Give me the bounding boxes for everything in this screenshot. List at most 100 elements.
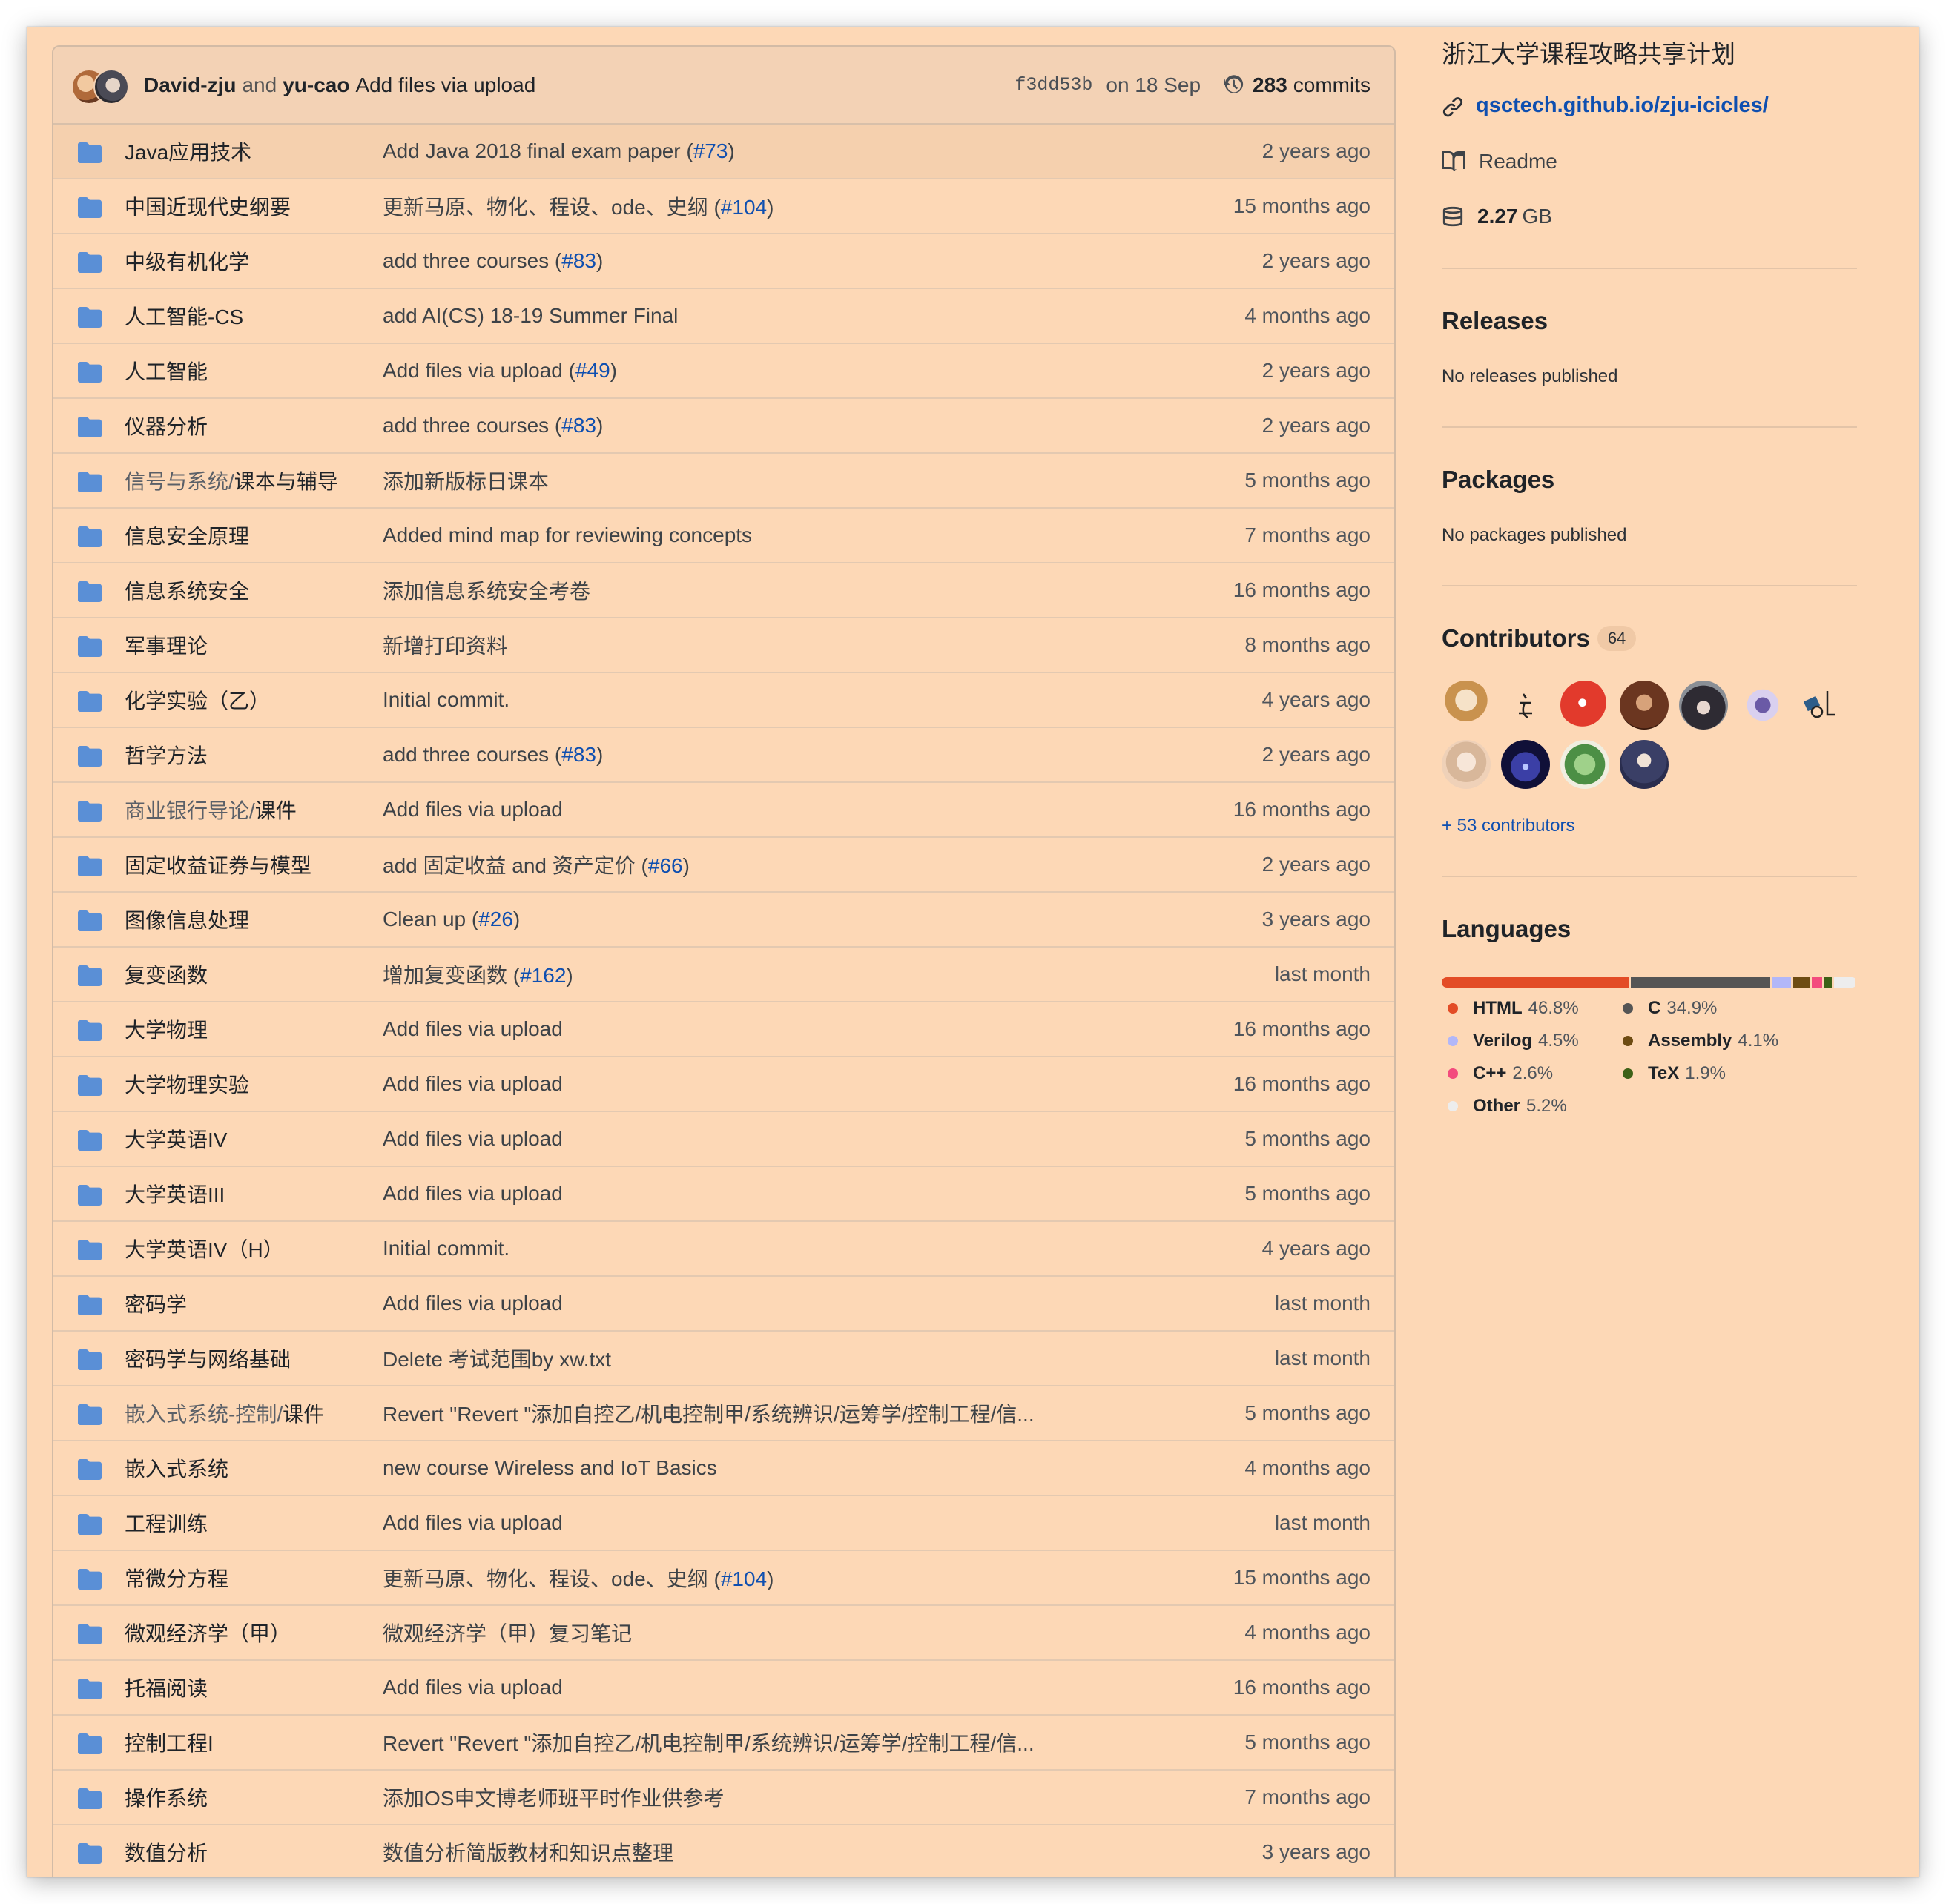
- file-row[interactable]: 大学物理实验 Add files via upload 16 months ago: [53, 1057, 1394, 1112]
- file-row[interactable]: 化学实验（乙） Initial commit. 4 years ago: [53, 673, 1394, 728]
- homepage-link[interactable]: qsctech.github.io/zju-icicles/: [1476, 93, 1769, 118]
- file-row[interactable]: 信号与系统/课本与辅导 添加新版标日课本 5 months ago: [53, 454, 1394, 509]
- contributors-heading[interactable]: Contributors 64: [1442, 624, 1637, 652]
- file-row[interactable]: 大学英语IV Add files via upload 5 months ago: [53, 1112, 1394, 1167]
- commit-message-link[interactable]: Revert "Revert "添加自控乙/机电控制甲/系统辨识/运筹学/控制工…: [383, 1728, 1035, 1757]
- file-name-link[interactable]: 嵌入式系统: [125, 1453, 228, 1483]
- commit-message-link[interactable]: add three courses (#83): [383, 743, 603, 767]
- pull-request-link[interactable]: #83: [561, 414, 596, 437]
- avatar[interactable]: [93, 68, 129, 105]
- file-name-link[interactable]: 化学实验（乙）: [125, 685, 270, 715]
- file-name-link[interactable]: 人工智能: [125, 356, 208, 386]
- file-name-link[interactable]: 工程训练: [125, 1508, 208, 1538]
- avatar[interactable]: [1560, 740, 1609, 789]
- commit-coauthor-link[interactable]: yu-cao: [283, 73, 349, 97]
- file-row[interactable]: 中国近现代史纲要 更新马原、物化、程设、ode、史纲 (#104) 15 month…: [53, 179, 1394, 234]
- commit-message-link[interactable]: 数值分析简版教材和知识点整理: [383, 1837, 673, 1867]
- file-row[interactable]: 大学英语IV（H） Initial commit. 4 years ago: [53, 1222, 1394, 1277]
- file-row[interactable]: 密码学 Add files via upload last month: [53, 1277, 1394, 1332]
- file-name-link[interactable]: 密码学: [125, 1289, 187, 1318]
- commit-message-link[interactable]: new course Wireless and IoT Basics: [383, 1456, 717, 1480]
- file-name-link[interactable]: 数值分析: [125, 1837, 208, 1867]
- commit-message-link[interactable]: Add Java 2018 final exam paper (#73): [383, 139, 735, 163]
- commit-message-link[interactable]: Add files via upload (#49): [383, 359, 617, 383]
- file-name-link[interactable]: 复变函数: [125, 959, 208, 989]
- commit-message-link[interactable]: Add files via upload: [383, 1511, 563, 1535]
- pull-request-link[interactable]: #73: [693, 139, 728, 162]
- commit-message-link[interactable]: add three courses (#83): [383, 249, 603, 273]
- file-name-link[interactable]: 操作系统: [125, 1782, 208, 1812]
- commit-message-link[interactable]: 添加信息系统安全考卷: [383, 575, 590, 605]
- file-row[interactable]: 信息安全原理 Added mind map for reviewing conce…: [53, 509, 1394, 563]
- file-row[interactable]: 工程训练 Add files via upload last month: [53, 1496, 1394, 1551]
- file-row[interactable]: 嵌入式系统-控制/课件 Revert "Revert "添加自控乙/机电控制甲/系…: [53, 1386, 1394, 1441]
- file-name-link[interactable]: 中国近现代史纲要: [125, 191, 291, 221]
- commit-message-link[interactable]: Add files via upload: [355, 73, 535, 97]
- language-item[interactable]: Verilog 4.5%: [1442, 1031, 1579, 1051]
- file-name-link[interactable]: 图像信息处理: [125, 905, 249, 934]
- file-row[interactable]: Java应用技术 Add Java 2018 final exam paper (…: [53, 125, 1394, 179]
- file-name-link[interactable]: 大学英语III: [125, 1179, 225, 1209]
- file-name-link[interactable]: 哲学方法: [125, 740, 208, 770]
- commit-message-link[interactable]: Add files via upload: [383, 1182, 563, 1206]
- commit-message-link[interactable]: 添加OS申文博老师班平时作业供参考: [383, 1782, 724, 1812]
- file-name-link[interactable]: 微观经济学（甲）: [125, 1618, 291, 1647]
- commit-message-link[interactable]: add 固定收益 and 资产定价 (#66): [383, 850, 690, 879]
- commit-sha-link[interactable]: f3dd53b: [1015, 74, 1092, 96]
- file-row[interactable]: 复变函数 增加复变函数 (#162) last month: [53, 948, 1394, 1002]
- commits-history-link[interactable]: 283 commits: [1223, 73, 1371, 97]
- commit-message-link[interactable]: add AI(CS) 18-19 Summer Final: [383, 304, 678, 328]
- file-name-link[interactable]: 信息安全原理: [125, 520, 249, 550]
- avatar[interactable]: [1501, 740, 1550, 789]
- commit-message-link[interactable]: 微观经济学（甲）复习笔记: [383, 1618, 632, 1647]
- file-name-link[interactable]: 嵌入式系统-控制/课件: [125, 1398, 324, 1428]
- file-row[interactable]: 数值分析 数值分析简版教材和知识点整理 3 years ago: [53, 1825, 1394, 1877]
- language-item[interactable]: TeX 1.9%: [1617, 1063, 1726, 1084]
- language-item[interactable]: C 34.9%: [1617, 998, 1717, 1019]
- file-name-link[interactable]: 托福阅读: [125, 1673, 208, 1702]
- file-name-link[interactable]: 大学物理实验: [125, 1069, 249, 1099]
- file-row[interactable]: 密码学与网络基础 Delete 考试范围by xw.txt last month: [53, 1332, 1394, 1386]
- commit-message-link[interactable]: 更新马原、物化、程设、ode、史纲 (#104): [383, 191, 774, 221]
- commit-message-link[interactable]: Delete 考试范围by xw.txt: [383, 1343, 611, 1373]
- file-name-link[interactable]: 大学英语IV: [125, 1124, 227, 1154]
- commit-message-link[interactable]: Clean up (#26): [383, 908, 520, 931]
- file-row[interactable]: 微观经济学（甲） 微观经济学（甲）复习笔记 4 months ago: [53, 1606, 1394, 1661]
- commit-author-link[interactable]: David-zju: [144, 73, 236, 97]
- commit-message-link[interactable]: Initial commit.: [383, 688, 509, 712]
- commit-message-link[interactable]: 更新马原、物化、程设、ode、史纲 (#104): [383, 1563, 774, 1593]
- readme-link[interactable]: Readme: [1442, 150, 1557, 173]
- file-name-link[interactable]: 中级有机化学: [125, 246, 249, 276]
- language-item[interactable]: C++ 2.6%: [1442, 1063, 1553, 1084]
- pull-request-link[interactable]: #104: [721, 1567, 767, 1590]
- file-row[interactable]: 固定收益证券与模型 add 固定收益 and 资产定价 (#66) 2 years …: [53, 838, 1394, 893]
- file-name-link[interactable]: 人工智能-CS: [125, 301, 243, 331]
- file-name-link[interactable]: 大学物理: [125, 1014, 208, 1044]
- avatar[interactable]: [1442, 681, 1491, 730]
- pull-request-link[interactable]: #83: [561, 249, 596, 272]
- avatar[interactable]: [1738, 681, 1787, 730]
- file-name-link[interactable]: 常微分方程: [125, 1563, 228, 1593]
- avatar[interactable]: [1798, 681, 1847, 730]
- language-item[interactable]: HTML 46.8%: [1442, 998, 1579, 1019]
- file-name-link[interactable]: 军事理论: [125, 630, 208, 660]
- file-name-link[interactable]: 信号与系统/课本与辅导: [125, 466, 338, 495]
- pull-request-link[interactable]: #66: [648, 854, 683, 877]
- commit-message-link[interactable]: Initial commit.: [383, 1237, 509, 1260]
- file-row[interactable]: 嵌入式系统 new course Wireless and IoT Basics 4…: [53, 1441, 1394, 1496]
- file-row[interactable]: 图像信息处理 Clean up (#26) 3 years ago: [53, 893, 1394, 948]
- commit-message-link[interactable]: 新增打印资料: [383, 630, 507, 660]
- file-row[interactable]: 商业银行导论/课件 Add files via upload 16 months a…: [53, 783, 1394, 838]
- commit-message-link[interactable]: add three courses (#83): [383, 414, 603, 437]
- file-row[interactable]: 控制工程I Revert "Revert "添加自控乙/机电控制甲/系统辨识/运筹…: [53, 1716, 1394, 1771]
- avatar[interactable]: [1501, 681, 1550, 730]
- avatar[interactable]: [1442, 740, 1491, 789]
- commit-message-link[interactable]: Add files via upload: [383, 1292, 563, 1315]
- commit-message-link[interactable]: 添加新版标日课本: [383, 466, 549, 495]
- commit-message-link[interactable]: Add files via upload: [383, 1017, 563, 1041]
- commit-message-link[interactable]: 增加复变函数 (#162): [383, 959, 573, 989]
- commit-message-link[interactable]: Add files via upload: [383, 798, 563, 822]
- commit-message-link[interactable]: Revert "Revert "添加自控乙/机电控制甲/系统辨识/运筹学/控制工…: [383, 1398, 1035, 1428]
- file-row[interactable]: 哲学方法 add three courses (#83) 2 years ago: [53, 728, 1394, 783]
- pull-request-link[interactable]: #49: [575, 359, 610, 382]
